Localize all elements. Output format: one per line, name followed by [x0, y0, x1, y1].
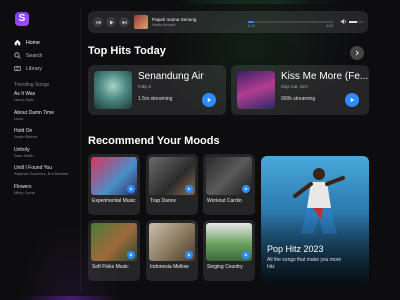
sidebar-divider: [80, 8, 81, 292]
previous-button[interactable]: [93, 17, 103, 27]
volume-slider[interactable]: [349, 21, 363, 23]
hit-artist: Faby Z: [138, 84, 152, 89]
song-artist: Stephen Sanchez, Em Beihold: [14, 171, 69, 176]
song-artist: Lizzo: [14, 115, 24, 121]
top-hits-title: Top Hits Today: [88, 45, 166, 57]
now-playing-info: Papah mama Senang Nadin Amizah: [152, 17, 262, 28]
trending-song[interactable]: About Damn Time Lizzo: [14, 110, 76, 129]
play-button[interactable]: [185, 185, 193, 193]
play-pause-button[interactable]: [106, 17, 116, 27]
play-button[interactable]: [127, 251, 135, 259]
total-time: 4:03: [326, 24, 333, 28]
trending-song[interactable]: Unholy Sam Smith: [14, 147, 76, 166]
song-artist: Harry Style: [14, 97, 34, 102]
trending-song[interactable]: Until I Found You Stephen Sanchez, Em Bei…: [14, 165, 76, 184]
play-icon: [188, 253, 191, 257]
mood-card[interactable]: Trap Dance: [146, 154, 198, 215]
mood-card[interactable]: Indonesia Mellow: [146, 220, 198, 281]
play-button[interactable]: [242, 185, 250, 193]
mood-label: Singing Country: [207, 264, 243, 270]
play-button[interactable]: [127, 185, 135, 193]
library-icon: [14, 66, 21, 71]
volume-fill: [349, 21, 357, 23]
home-icon: [14, 39, 21, 46]
feature-title: Pop Hitz 2023: [267, 244, 324, 254]
sidebar-nav: Home Search Library: [14, 36, 74, 75]
mood-label: Workout Cardio: [207, 198, 242, 204]
app-logo[interactable]: S: [15, 12, 29, 26]
play-icon: [245, 187, 248, 191]
play-icon: [207, 97, 212, 103]
play-icon: [130, 253, 133, 257]
song-artist: Justin Bieber: [14, 134, 38, 139]
mood-label: Trap Dance: [150, 198, 176, 204]
sidebar-item-label: Search: [26, 52, 43, 59]
top-hit-card[interactable]: Kiss Me More (Fe... Doja Cat, SZA 900k s…: [231, 65, 369, 115]
hit-streams: 1.5m streaming: [138, 96, 173, 102]
skip-forward-icon: [122, 20, 126, 24]
skip-back-icon: [96, 20, 100, 24]
trending-song[interactable]: Hold On Justin Bieber: [14, 128, 76, 147]
now-playing-bar: Papah mama Senang Nadin Amizah 0:12 4:03: [88, 11, 368, 33]
trending-title: Trending Songs: [14, 82, 50, 88]
play-button[interactable]: [202, 93, 216, 107]
mood-label: Soft Floks Music: [92, 264, 129, 270]
next-button[interactable]: [119, 17, 129, 27]
top-hit-card[interactable]: Senandung Air Faby Z 1.5m streaming: [88, 65, 226, 115]
song-artist: Sam Smith: [14, 152, 34, 158]
moods-title: Recommend Your Moods: [88, 135, 220, 147]
mood-label: Indonesia Mellow: [150, 264, 189, 270]
album-cover: [237, 71, 275, 109]
mood-label: Experimental Music: [92, 198, 136, 204]
play-icon: [130, 187, 133, 191]
next-arrow-button[interactable]: [350, 46, 364, 60]
mood-card[interactable]: Experimental Music: [88, 154, 140, 215]
hit-streams: 900k streaming: [281, 96, 316, 102]
song-artist: Miley Cyrus: [14, 189, 35, 195]
chevron-right-icon: [355, 50, 359, 56]
sidebar-item-library[interactable]: Library: [14, 62, 74, 75]
elapsed-time: 0:12: [248, 24, 255, 28]
play-icon: [109, 20, 113, 24]
feature-subtitle: All the songs that make you more hitz: [267, 257, 342, 270]
hit-title: Kiss Me More (Fe...: [281, 71, 369, 82]
featured-playlist-card[interactable]: Pop Hitz 2023 All the songs that make yo…: [261, 156, 369, 283]
search-icon: [14, 52, 21, 59]
volume-icon[interactable]: [340, 18, 347, 25]
progress-slider[interactable]: [248, 21, 334, 23]
hit-title: Senandung Air: [138, 71, 204, 82]
mood-card[interactable]: Soft Floks Music: [88, 220, 140, 281]
sidebar-item-label: Home: [26, 39, 40, 46]
sidebar-item-label: Library: [26, 65, 42, 72]
hit-artist: Doja Cat, SZA: [281, 84, 308, 89]
mood-card[interactable]: Workout Cardio: [203, 154, 255, 215]
play-icon: [245, 253, 248, 257]
play-button[interactable]: [242, 251, 250, 259]
sidebar-item-search[interactable]: Search: [14, 49, 74, 62]
trending-song[interactable]: As It Was Harry Style: [14, 91, 76, 110]
mood-card[interactable]: Singing Country: [203, 220, 255, 281]
album-cover: [94, 71, 132, 109]
trending-song[interactable]: Flowers Miley Cyrus: [14, 184, 76, 203]
play-icon: [188, 187, 191, 191]
trending-list: As It Was Harry Style About Damn Time Lizz…: [14, 91, 76, 202]
play-button[interactable]: [345, 93, 359, 107]
play-button[interactable]: [185, 251, 193, 259]
play-icon: [350, 97, 355, 103]
now-playing-artist: Nadin Amizah: [152, 22, 176, 27]
now-playing-cover: [134, 15, 148, 29]
progress-fill: [248, 21, 255, 23]
sidebar-item-home[interactable]: Home: [14, 36, 74, 49]
